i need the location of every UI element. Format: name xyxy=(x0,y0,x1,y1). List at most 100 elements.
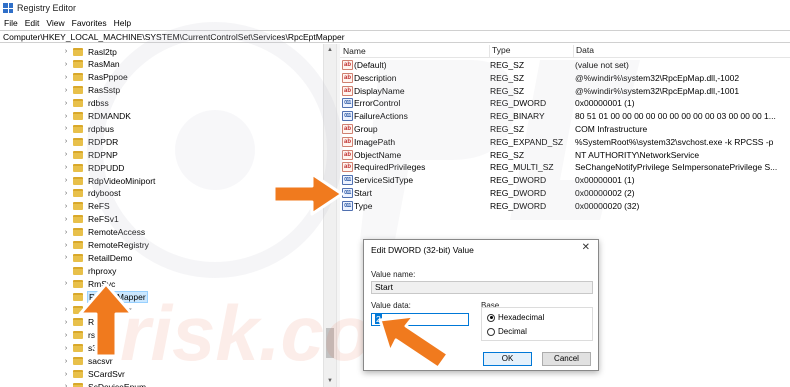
tree-item[interactable]: › RDPDR xyxy=(0,135,119,148)
chevron-right-icon[interactable]: › xyxy=(62,280,70,287)
scroll-thumb[interactable] xyxy=(326,328,334,358)
chevron-right-icon[interactable]: › xyxy=(62,164,70,171)
value-type: REG_DWORD xyxy=(490,175,547,186)
value-row[interactable]: 011 ErrorControl REG_DWORD 0x00000001 (1) xyxy=(340,97,790,110)
chevron-right-icon[interactable]: › xyxy=(62,319,70,326)
value-data: 0x00000001 (1) xyxy=(575,98,635,109)
tree-item-label: RasPppoe xyxy=(88,72,128,83)
chevron-right-icon[interactable]: › xyxy=(62,229,70,236)
tree-item[interactable]: › rdbss xyxy=(0,97,110,110)
chevron-right-icon[interactable]: › xyxy=(62,74,70,81)
value-row[interactable]: 011 FailureActions REG_BINARY 80 51 01 00 0… xyxy=(340,110,790,123)
scroll-up-icon[interactable]: ▲ xyxy=(324,44,336,56)
chevron-right-icon[interactable]: › xyxy=(62,371,70,378)
chevron-right-icon[interactable]: › xyxy=(62,48,70,55)
address-bar[interactable]: Computer\HKEY_LOCAL_MACHINE\SYSTEM\Curre… xyxy=(0,30,790,43)
tree-item[interactable]: › RemoteRegistry xyxy=(0,239,150,252)
tree-item[interactable]: › RDPUDD xyxy=(0,161,125,174)
value-row[interactable]: ab ImagePath REG_EXPAND_SZ %SystemRoot%\sys… xyxy=(340,136,790,149)
chevron-right-icon[interactable]: › xyxy=(62,345,70,352)
value-row[interactable]: ab Group REG_SZ COM Infrastructure xyxy=(340,123,790,136)
chevron-right-icon[interactable]: › xyxy=(62,203,70,210)
chevron-right-icon[interactable]: › xyxy=(62,242,70,249)
value-name: ServiceSidType xyxy=(354,175,414,186)
value-row[interactable]: 011 ServiceSidType REG_DWORD 0x00000001 (1) xyxy=(340,174,790,187)
folder-icon xyxy=(73,99,83,108)
value-data: 0x00000001 (1) xyxy=(575,175,635,186)
tree-item[interactable]: › RdpVideoMiniport xyxy=(0,174,156,187)
chevron-right-icon[interactable]: › xyxy=(62,138,70,145)
value-type: REG_EXPAND_SZ xyxy=(490,136,564,147)
radio-unselected-icon xyxy=(487,327,495,336)
tree-item[interactable]: › SCardSvr xyxy=(0,368,126,381)
binary-value-icon: 011 xyxy=(342,111,353,122)
tree-item[interactable]: rhproxy xyxy=(0,264,117,277)
value-data: SeChangeNotifyPrivilege SeImpersonatePri… xyxy=(575,162,778,173)
chevron-right-icon[interactable]: › xyxy=(62,216,70,223)
menu-edit[interactable]: Edit xyxy=(24,18,41,28)
tree-item[interactable]: › ReFS xyxy=(0,200,111,213)
value-name: Description xyxy=(354,72,397,83)
column-type-header[interactable]: Type xyxy=(489,45,510,57)
chevron-right-icon[interactable]: › xyxy=(62,151,70,158)
chevron-right-icon[interactable]: › xyxy=(62,306,70,313)
tree-item[interactable]: › RasPppoe xyxy=(0,71,129,84)
radio-decimal[interactable]: Decimal xyxy=(487,327,527,336)
scroll-down-icon[interactable]: ▼ xyxy=(324,375,336,387)
value-row[interactable]: ab (Default) REG_SZ (value not set) xyxy=(340,59,790,72)
tree-item[interactable]: › Rasl2tp xyxy=(0,45,118,58)
menu-bar: File Edit View Favorites Help xyxy=(0,16,790,29)
chevron-right-icon[interactable]: › xyxy=(62,254,70,261)
value-name: ErrorControl xyxy=(354,98,401,109)
folder-icon xyxy=(73,86,83,95)
cancel-button[interactable]: Cancel xyxy=(542,352,591,366)
menu-favorites[interactable]: Favorites xyxy=(71,18,108,28)
tree-item[interactable]: › ReFSv1 xyxy=(0,213,120,226)
folder-icon xyxy=(73,124,83,133)
menu-view[interactable]: View xyxy=(45,18,65,28)
chevron-right-icon[interactable]: › xyxy=(62,177,70,184)
value-data: @%windir%\system32\RpcEpMap.dll,-1002 xyxy=(575,72,740,83)
column-name-header[interactable]: Name xyxy=(343,46,366,56)
menu-file[interactable]: File xyxy=(3,18,19,28)
tree-item[interactable]: › rdpbus xyxy=(0,122,115,135)
close-icon[interactable]: ✕ xyxy=(582,242,590,253)
chevron-right-icon[interactable]: › xyxy=(62,125,70,132)
value-row[interactable]: ab DisplayName REG_SZ @%windir%\system32\Rp… xyxy=(340,85,790,98)
tree-item[interactable]: › RDPNP xyxy=(0,148,119,161)
chevron-right-icon[interactable]: › xyxy=(62,100,70,107)
value-data: 0x00000020 (32) xyxy=(575,200,640,211)
value-type: REG_SZ xyxy=(490,85,525,96)
tree-item[interactable]: › RetailDemo xyxy=(0,251,133,264)
chevron-right-icon[interactable]: › xyxy=(62,61,70,68)
value-row[interactable]: ab ObjectName REG_SZ NT AUTHORITY\NetworkSe… xyxy=(340,149,790,162)
chevron-right-icon[interactable]: › xyxy=(62,358,70,365)
chevron-right-icon[interactable]: › xyxy=(62,383,70,387)
chevron-right-icon[interactable]: › xyxy=(62,332,70,339)
value-row[interactable]: 011 Type REG_DWORD 0x00000020 (32) xyxy=(340,200,790,213)
value-row[interactable]: ab RequiredPrivileges REG_MULTI_SZ SeChange… xyxy=(340,161,790,174)
tree-item[interactable]: › RasSstp xyxy=(0,84,121,97)
menu-help[interactable]: Help xyxy=(113,18,132,28)
tree-item-label: RasMan xyxy=(88,59,120,70)
value-row[interactable]: 011 Start REG_DWORD 0x00000002 (2) xyxy=(340,187,790,200)
tree-item[interactable]: › ScDeviceEnum xyxy=(0,380,147,387)
tree-item[interactable]: › RemoteAccess xyxy=(0,226,146,239)
radio-hexadecimal[interactable]: Hexadecimal xyxy=(487,313,544,322)
value-name: Start xyxy=(354,188,372,198)
ok-button[interactable]: OK xyxy=(483,352,532,366)
tree-item[interactable]: › RasMan xyxy=(0,58,121,71)
chevron-right-icon[interactable]: › xyxy=(62,113,70,120)
value-data: 0x00000002 (2) xyxy=(575,188,635,198)
column-data-header[interactable]: Data xyxy=(573,45,594,57)
tree-item-label: RdpVideoMiniport xyxy=(88,175,156,186)
arrow-to-key-icon xyxy=(78,282,134,358)
folder-icon xyxy=(73,137,83,146)
tree-item[interactable]: › RDMANDK xyxy=(0,110,132,123)
tree-item[interactable]: › rdyboost xyxy=(0,187,122,200)
folder-icon xyxy=(73,112,83,120)
chevron-right-icon[interactable]: › xyxy=(62,87,70,94)
folder-icon xyxy=(73,253,83,262)
chevron-right-icon[interactable]: › xyxy=(62,190,70,197)
value-row[interactable]: ab Description REG_SZ @%windir%\system32\Rp… xyxy=(340,72,790,85)
